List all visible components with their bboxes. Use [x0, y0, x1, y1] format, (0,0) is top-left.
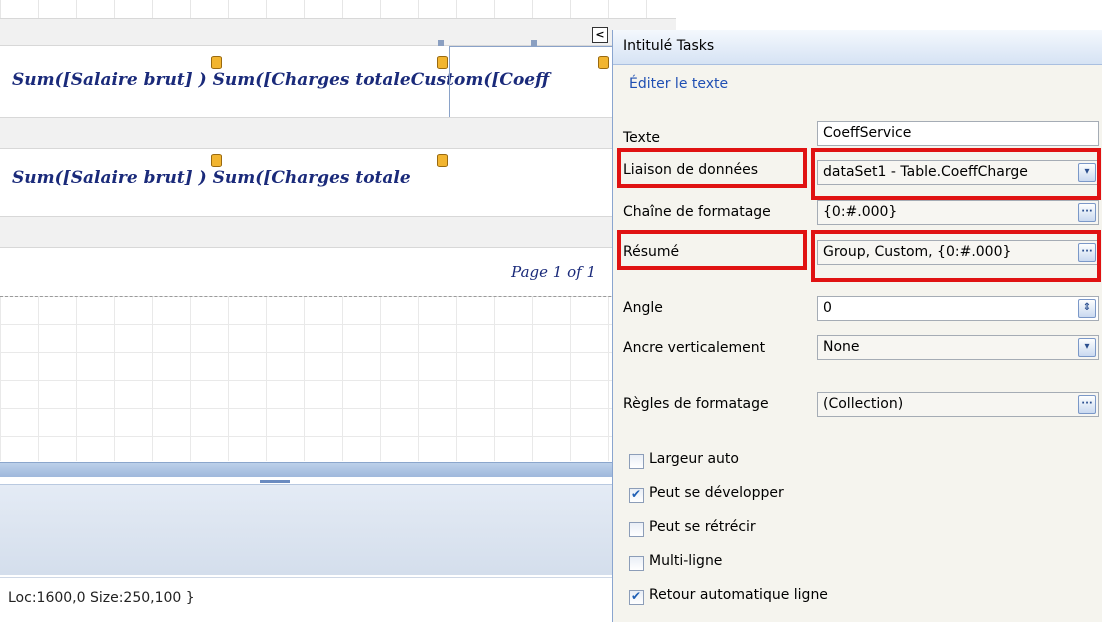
- label-ancre-verticalement: Ancre verticalement: [623, 340, 766, 356]
- band-separator: [0, 18, 676, 46]
- texte-input[interactable]: CoeffService: [817, 121, 1099, 146]
- component-tray: [0, 484, 676, 575]
- database-icon: [437, 154, 448, 167]
- ellipsis-icon[interactable]: ···: [1078, 395, 1096, 414]
- highlight-box: [617, 230, 807, 270]
- retour-automatique-ligne-label[interactable]: Retour automatique ligne: [649, 587, 828, 603]
- regles-formatage-field[interactable]: (Collection) ···: [817, 392, 1099, 417]
- label-texte: Texte: [623, 130, 660, 146]
- angle-input[interactable]: 0 ⇕: [817, 296, 1099, 321]
- tasks-panel: Intitulé Tasks Éditer le texte Texte Coe…: [612, 30, 1102, 622]
- chaine-formatage-value: {0:#.000}: [823, 204, 898, 220]
- band-separator: [0, 216, 676, 248]
- retour-automatique-ligne-checkbox[interactable]: [629, 589, 644, 605]
- peut-se-retrecir-checkbox[interactable]: [629, 522, 644, 537]
- tasks-panel-header: Intitulé Tasks: [613, 30, 1102, 65]
- largeur-auto-checkbox[interactable]: [629, 454, 644, 469]
- ancre-verticalement-select[interactable]: None ▾: [817, 335, 1099, 360]
- database-icon: [437, 56, 448, 69]
- peut-se-developper-label[interactable]: Peut se développer: [649, 485, 784, 501]
- status-text: Loc:1600,0 Size:250,100 }: [8, 590, 195, 606]
- database-icon: [211, 56, 222, 69]
- peut-se-developper-checkbox[interactable]: [629, 487, 644, 503]
- splitter-grip[interactable]: [260, 480, 290, 483]
- ellipsis-icon[interactable]: ···: [1078, 203, 1096, 222]
- tasks-panel-title: Intitulé Tasks: [623, 38, 715, 54]
- horizontal-scrollbar[interactable]: [0, 462, 676, 477]
- highlight-box: [617, 148, 807, 188]
- label-regles-formatage: Règles de formatage: [623, 396, 769, 412]
- multi-ligne-label[interactable]: Multi-ligne: [649, 553, 722, 569]
- highlight-box: [811, 230, 1101, 282]
- largeur-auto-label[interactable]: Largeur auto: [649, 451, 739, 467]
- database-icon: [211, 154, 222, 167]
- report-row-summary-2[interactable]: Sum([Salaire brut] ) Sum([Charges totale: [12, 168, 411, 188]
- page-margin-line: [0, 296, 676, 297]
- ancre-verticalement-value: None: [823, 339, 860, 355]
- resize-handle[interactable]: [438, 40, 444, 46]
- texte-value: CoeffService: [823, 125, 912, 141]
- chaine-formatage-field[interactable]: {0:#.000} ···: [817, 200, 1099, 225]
- chevron-down-icon[interactable]: ▾: [1078, 338, 1096, 357]
- resize-handle[interactable]: [531, 40, 537, 46]
- smart-tag-button[interactable]: <: [592, 27, 608, 43]
- peut-se-retrecir-label[interactable]: Peut se rétrécir: [649, 519, 756, 535]
- edit-text-link[interactable]: Éditer le texte: [629, 76, 728, 92]
- label-angle: Angle: [623, 300, 663, 316]
- page-number-text[interactable]: Page 1 of 1: [511, 263, 596, 281]
- label-chaine-formatage: Chaîne de formatage: [623, 204, 771, 220]
- multi-ligne-checkbox[interactable]: [629, 556, 644, 571]
- design-grid: [0, 296, 676, 461]
- band-separator: [0, 117, 676, 149]
- spinner-icon[interactable]: ⇕: [1078, 299, 1096, 318]
- top-ruler: [0, 0, 676, 18]
- selected-control[interactable]: [449, 46, 621, 118]
- status-bar: Loc:1600,0 Size:250,100 }: [0, 577, 676, 618]
- angle-value: 0: [823, 300, 832, 316]
- regles-formatage-value: (Collection): [823, 396, 904, 412]
- report-designer[interactable]: Sum([Salaire brut] ) Sum([Charges totale…: [0, 0, 676, 622]
- database-icon: [598, 56, 609, 69]
- highlight-box: [811, 148, 1101, 200]
